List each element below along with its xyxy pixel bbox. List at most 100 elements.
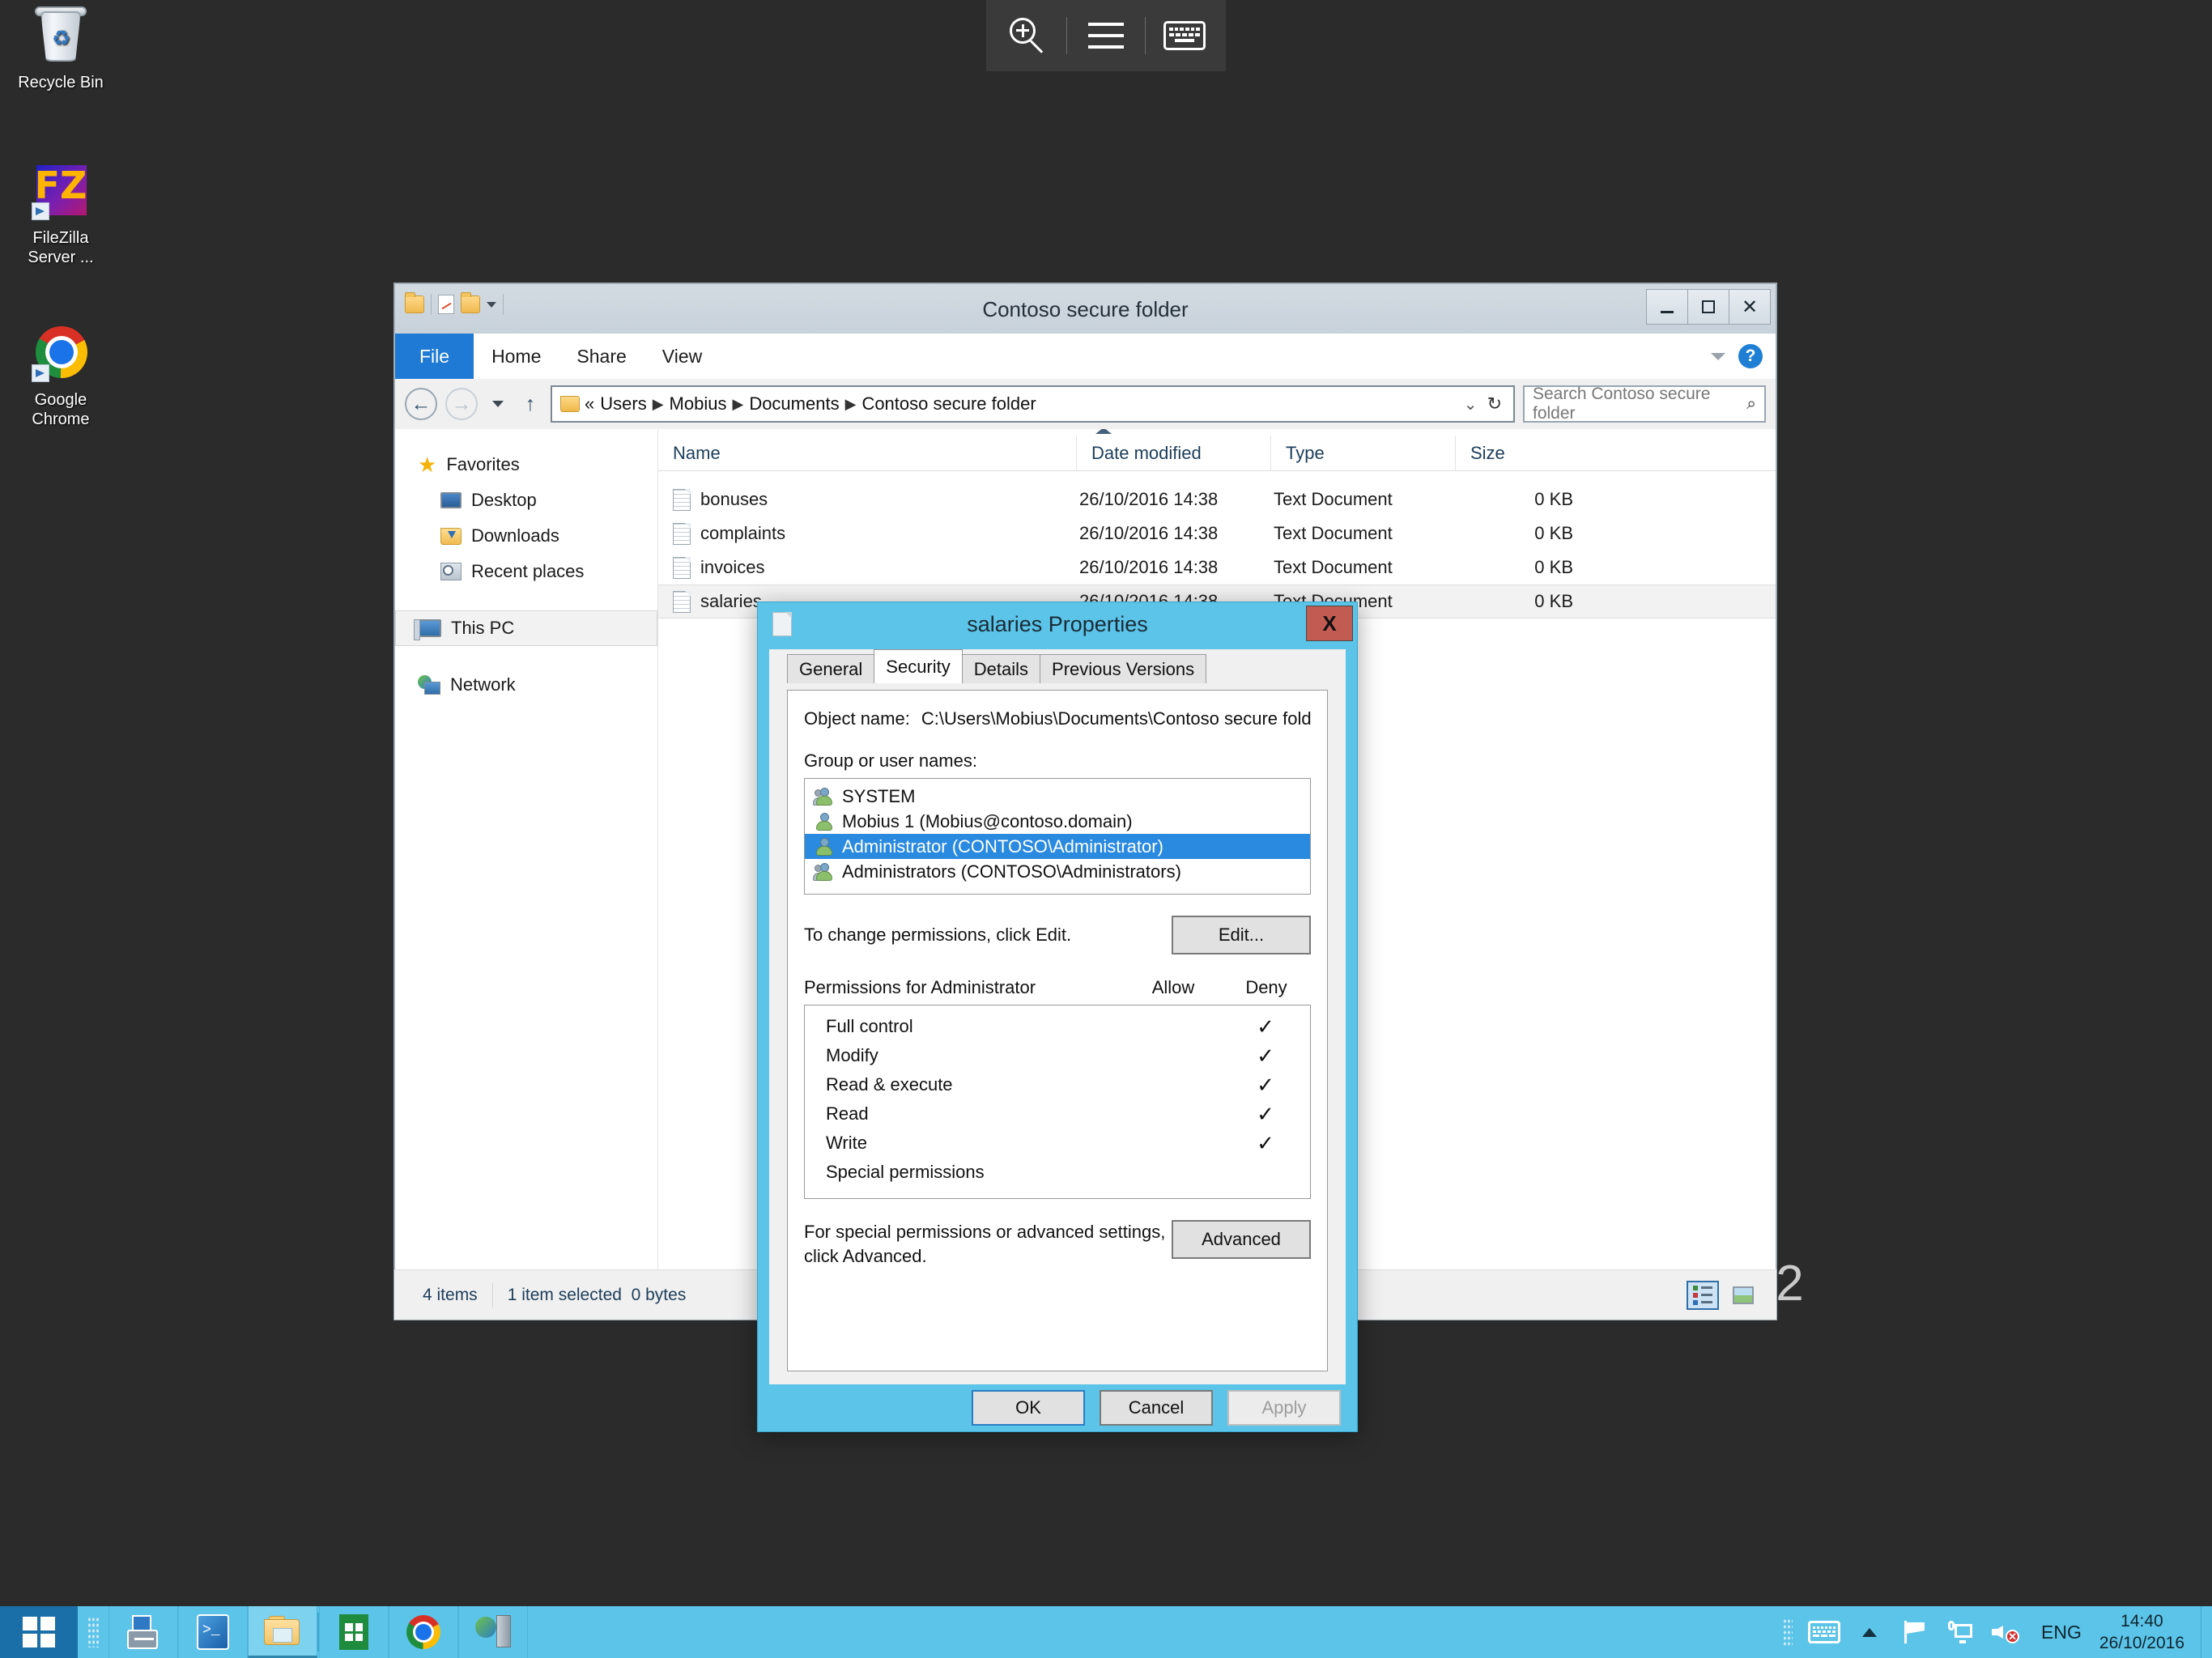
minimize-button[interactable] (1646, 289, 1688, 325)
group-or-user-names-list[interactable]: SYSTEM Mobius 1 (Mobius@contoso.domain) … (804, 778, 1311, 895)
start-button[interactable] (0, 1606, 78, 1658)
list-item[interactable]: SYSTEM (805, 784, 1310, 809)
powershell-icon (197, 1614, 229, 1650)
table-row[interactable]: complaints 26/10/2016 14:38 Text Documen… (658, 517, 1776, 551)
details-view-icon (1693, 1286, 1712, 1305)
language-indicator[interactable]: ENG (2028, 1622, 2095, 1643)
deny-checkbox[interactable]: ✓ (1221, 1102, 1310, 1127)
edit-button[interactable]: Edit... (1172, 916, 1311, 954)
chevron-down-icon[interactable]: ⌄ (1459, 394, 1482, 414)
file-date: 26/10/2016 14:38 (1076, 483, 1270, 517)
expand-ribbon-icon[interactable] (1711, 353, 1725, 360)
desktop-icon-recycle-bin[interactable]: ♻ Recycle Bin (0, 5, 121, 92)
sidebar-item-network[interactable]: Network (395, 667, 657, 703)
search-icon[interactable]: ⌕ (1746, 394, 1756, 414)
network-status-button[interactable] (1938, 1606, 1983, 1658)
tab-view[interactable]: View (644, 334, 720, 379)
user-icon (815, 837, 834, 857)
dialog-close-button[interactable]: X (1306, 606, 1353, 641)
menu-button[interactable] (1067, 0, 1145, 71)
desktop-icon-google-chrome[interactable]: Google Chrome (0, 322, 121, 429)
search-box[interactable]: Search Contoso secure folder ⌕ (1523, 385, 1766, 423)
thumbnail-view-button[interactable] (1727, 1281, 1759, 1310)
deny-checkbox[interactable]: ✓ (1221, 1131, 1310, 1156)
taskbar-item-server-manager[interactable] (108, 1606, 178, 1658)
taskbar-item-store[interactable] (319, 1606, 389, 1658)
sidebar-item-this-pc[interactable]: This PC (395, 610, 657, 646)
tray-grip[interactable] (1774, 1606, 1802, 1658)
sidebar-item-downloads[interactable]: Downloads (395, 518, 657, 554)
tab-details[interactable]: Details (962, 654, 1040, 683)
action-center-button[interactable] (1892, 1606, 1938, 1658)
desktop-icon-filezilla-server[interactable]: FZ FileZilla Server ... (0, 160, 121, 267)
permissions-list[interactable]: Full control ✓ Modify ✓ Read & execute ✓… (804, 1005, 1311, 1199)
list-item[interactable]: Administrator (CONTOSO\Administrator) (805, 834, 1310, 859)
column-header-date-modified[interactable]: Date modified (1076, 436, 1270, 470)
cancel-button[interactable]: Cancel (1100, 1390, 1213, 1426)
breadcrumb-item-documents[interactable]: Documents (749, 393, 839, 414)
tab-general[interactable]: General (787, 654, 874, 683)
column-header-type[interactable]: Type (1270, 436, 1455, 470)
keyboard-button[interactable] (1146, 0, 1223, 71)
refresh-icon[interactable]: ↻ (1487, 393, 1505, 414)
tab-share[interactable]: Share (559, 334, 644, 379)
chrome-icon (406, 1615, 440, 1649)
column-header-size[interactable]: Size (1455, 436, 1593, 470)
table-row[interactable]: bonuses 26/10/2016 14:38 Text Document 0… (658, 483, 1776, 517)
taskbar: ✕ ENG 14:40 26/10/2016 (0, 1606, 2212, 1658)
permission-row[interactable]: Special permissions (805, 1158, 1310, 1187)
tab-home[interactable]: Home (474, 334, 559, 379)
show-desktop-button[interactable] (2201, 1606, 2212, 1658)
sidebar-item-recent-places[interactable]: Recent places (395, 554, 657, 589)
forward-button[interactable]: → (445, 388, 478, 420)
breadcrumb-item-mobius[interactable]: Mobius (670, 393, 727, 414)
volume-button[interactable]: ✕ (1983, 1606, 2028, 1658)
star-icon: ★ (418, 453, 436, 478)
permission-row[interactable]: Read ✓ (805, 1099, 1310, 1129)
close-button[interactable]: ✕ (1729, 289, 1771, 325)
taskbar-item-file-explorer[interactable] (248, 1606, 317, 1658)
taskbar-item-chrome[interactable] (389, 1606, 458, 1658)
permission-row[interactable]: Write ✓ (805, 1129, 1310, 1158)
details-view-button[interactable] (1687, 1281, 1719, 1310)
zoom-button[interactable] (989, 0, 1066, 71)
taskbar-item-filezilla-server[interactable] (458, 1606, 528, 1658)
apply-button[interactable]: Apply (1227, 1390, 1341, 1426)
sidebar-item-favorites[interactable]: ★ Favorites (395, 447, 657, 483)
deny-checkbox[interactable]: ✓ (1221, 1073, 1310, 1098)
file-name: complaints (700, 523, 785, 544)
up-button[interactable]: ↑ (518, 388, 542, 420)
tab-file[interactable]: File (395, 334, 474, 379)
ok-button[interactable]: OK (972, 1390, 1085, 1426)
deny-checkbox[interactable]: ✓ (1221, 1044, 1310, 1069)
sidebar-item-desktop[interactable]: Desktop (395, 483, 657, 518)
permission-row[interactable]: Modify ✓ (805, 1041, 1310, 1070)
show-hidden-icons-button[interactable] (1847, 1606, 1892, 1658)
maximize-button[interactable] (1687, 289, 1729, 325)
text-document-icon (673, 489, 691, 511)
deny-checkbox[interactable]: ✓ (1221, 1014, 1310, 1039)
filezilla-icon: FZ (30, 160, 91, 222)
recent-locations-button[interactable] (486, 388, 510, 420)
taskbar-item-powershell[interactable] (178, 1606, 248, 1658)
file-type: Text Document (1270, 551, 1455, 585)
table-row[interactable]: invoices 26/10/2016 14:38 Text Document … (658, 551, 1776, 585)
permission-row[interactable]: Full control ✓ (805, 1012, 1310, 1041)
list-item[interactable]: Mobius 1 (Mobius@contoso.domain) (805, 809, 1310, 834)
advanced-button[interactable]: Advanced (1172, 1220, 1311, 1259)
clock[interactable]: 14:40 26/10/2016 (2095, 1610, 2201, 1654)
breadcrumb-path[interactable]: « Users ▶ Mobius ▶ Documents ▶ Contoso s… (551, 385, 1515, 423)
help-icon[interactable]: ? (1738, 344, 1763, 368)
dialog-titlebar[interactable]: salaries Properties X (758, 602, 1357, 649)
column-header-name[interactable]: Name (658, 436, 1076, 470)
back-button[interactable]: ← (405, 388, 437, 420)
breadcrumb-item-users[interactable]: Users (600, 393, 646, 414)
permission-row[interactable]: Read & execute ✓ (805, 1070, 1310, 1099)
touch-keyboard-button[interactable] (1802, 1606, 1847, 1658)
list-item[interactable]: Administrators (CONTOSO\Administrators) (805, 859, 1310, 884)
tab-security[interactable]: Security (874, 649, 962, 683)
taskbar-grip[interactable] (78, 1606, 108, 1658)
explorer-titlebar[interactable]: Contoso secure folder ✕ (394, 283, 1776, 334)
tab-previous-versions[interactable]: Previous Versions (1040, 654, 1206, 683)
breadcrumb-item-contoso-secure-folder[interactable]: Contoso secure folder (861, 393, 1036, 414)
